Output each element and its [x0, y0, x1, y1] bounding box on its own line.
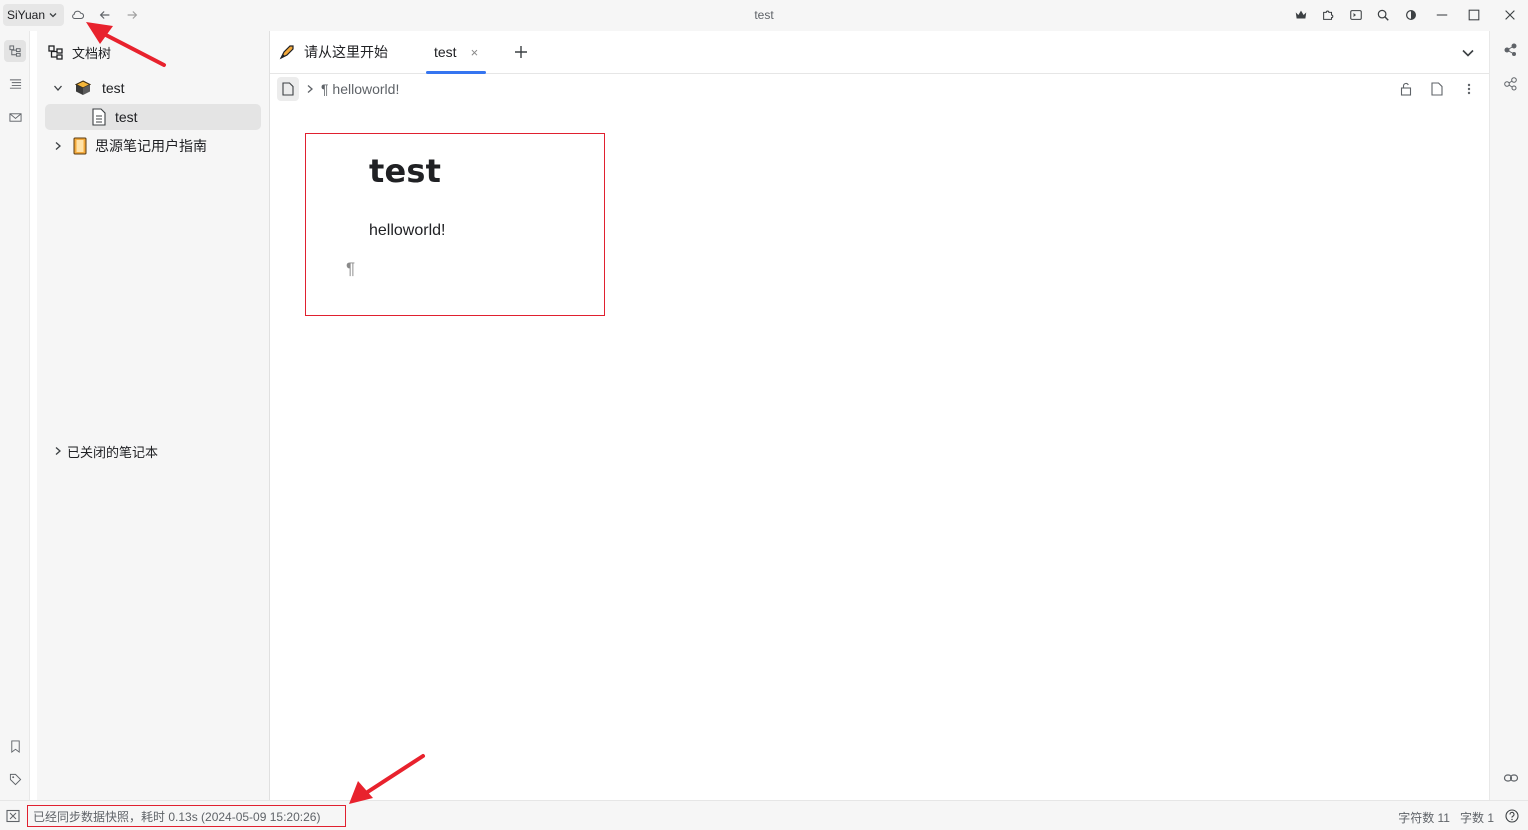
search-icon[interactable]	[1373, 5, 1393, 25]
chevron-down-icon[interactable]	[51, 81, 65, 95]
dock-toggle-icon[interactable]	[6, 809, 20, 823]
notebook-user-guide[interactable]: 思源笔记用户指南	[45, 133, 261, 159]
notebook-name: test	[102, 80, 125, 96]
highlight-box	[305, 133, 605, 316]
arrow-to-status-message	[349, 754, 425, 804]
bookmark-dock-icon[interactable]	[4, 735, 26, 757]
tab-label: test	[434, 44, 457, 60]
chevron-right-icon[interactable]	[51, 139, 65, 153]
close-icon[interactable]	[1500, 5, 1520, 25]
global-graph-dock-icon[interactable]	[1502, 75, 1520, 93]
tab-start-here[interactable]: 请从这里开始	[278, 31, 388, 73]
doc-info-icon[interactable]	[1428, 80, 1446, 98]
workspace-menu-button[interactable]: SiYuan	[3, 4, 65, 26]
theme-icon[interactable]	[1401, 5, 1421, 25]
file-tree-icon	[48, 44, 63, 60]
notebook-test[interactable]: test	[45, 75, 261, 101]
maximize-icon[interactable]	[1464, 5, 1484, 25]
file-tree-panel: 文档树 test test 思源笔记用户指南 已关闭的笔记本	[37, 31, 270, 800]
notebook-box-icon	[73, 78, 93, 98]
file-tree-header: 文档树	[48, 43, 111, 62]
new-tab-icon[interactable]	[511, 42, 531, 62]
tab-bar: 请从这里开始 test ×	[270, 31, 1489, 74]
document-icon	[89, 107, 109, 127]
minimize-icon[interactable]	[1432, 5, 1452, 25]
breadcrumb-doc-icon[interactable]	[277, 77, 299, 101]
doc-item-test[interactable]: test	[45, 104, 261, 130]
more-menu-icon[interactable]	[1460, 80, 1478, 98]
chevron-down-icon	[49, 13, 57, 18]
status-bar: 已经同步数据快照，耗时 0.13s (2024-05-09 15:20:26) …	[0, 800, 1528, 830]
book-icon	[70, 136, 90, 156]
paragraph-block[interactable]: helloworld!	[369, 222, 445, 240]
outline-dock-icon[interactable]	[4, 73, 26, 95]
inbox-dock-icon[interactable]	[4, 106, 26, 128]
help-icon[interactable]	[1505, 809, 1519, 823]
chevron-right-icon[interactable]	[51, 444, 65, 458]
right-dock	[1489, 31, 1528, 800]
sync-cloud-icon[interactable]	[68, 5, 88, 25]
tab-test[interactable]: test ×	[426, 31, 487, 74]
status-message: 已经同步数据快照，耗时 0.13s (2024-05-09 15:20:26)	[27, 805, 346, 827]
word-count: 字数 1	[1459, 811, 1494, 825]
tab-list-chevron-icon[interactable]	[1458, 43, 1478, 63]
closed-notebooks[interactable]: 已关闭的笔记本	[45, 438, 261, 464]
backlink-dock-icon[interactable]	[1502, 769, 1520, 787]
crown-icon[interactable]	[1291, 5, 1311, 25]
graph-dock-icon[interactable]	[1502, 41, 1520, 59]
terminal-icon[interactable]	[1346, 5, 1366, 25]
readonly-lock-icon[interactable]	[1397, 80, 1415, 98]
file-tree-dock-icon[interactable]	[4, 40, 26, 62]
chevron-right-icon	[307, 85, 313, 93]
back-arrow-icon[interactable]	[95, 5, 115, 25]
doc-name: test	[115, 109, 138, 125]
notebook-name: 思源笔记用户指南	[95, 138, 207, 154]
breadcrumb: ¶ helloworld!	[277, 76, 399, 102]
empty-block-marker[interactable]: ¶	[346, 259, 355, 279]
left-dock	[0, 31, 30, 800]
document-title[interactable]: test	[369, 152, 441, 190]
status-counters: 字符数 11 字数 1	[1398, 809, 1494, 826]
title-bar: SiYuan test	[0, 0, 1528, 31]
tab-label: 请从这里开始	[304, 44, 388, 60]
closed-notebooks-label: 已关闭的笔记本	[67, 444, 159, 460]
workspace-name: SiYuan	[7, 8, 46, 22]
tab-close-icon[interactable]: ×	[471, 45, 479, 60]
tag-dock-icon[interactable]	[4, 768, 26, 790]
forward-arrow-icon[interactable]	[122, 5, 142, 25]
plugin-icon[interactable]	[1318, 5, 1338, 25]
char-count: 字符数 11	[1398, 811, 1450, 825]
rocket-icon	[279, 45, 294, 60]
file-tree-title: 文档树	[72, 46, 112, 61]
breadcrumb-block[interactable]: ¶ helloworld!	[321, 81, 399, 97]
